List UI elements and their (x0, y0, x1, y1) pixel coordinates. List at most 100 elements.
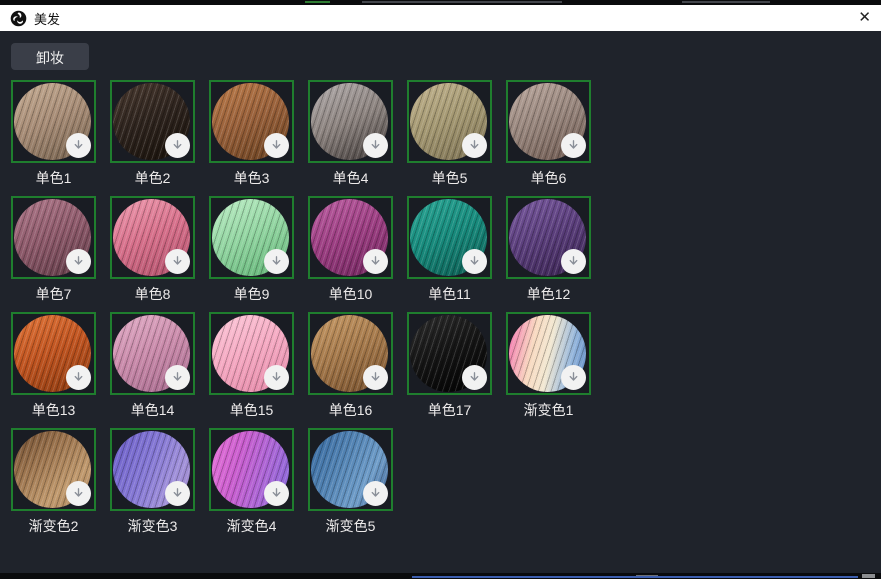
hair-color-thumbnail[interactable] (407, 196, 492, 279)
download-button[interactable] (561, 249, 586, 274)
background-progress-line (412, 576, 858, 578)
hair-color-item[interactable]: 单色1 (11, 80, 96, 185)
download-button[interactable] (165, 481, 190, 506)
hair-color-thumbnail[interactable] (506, 196, 591, 279)
hair-color-label: 单色6 (506, 168, 591, 185)
hair-color-item[interactable]: 单色12 (506, 196, 591, 301)
hair-color-item[interactable]: 渐变色2 (11, 428, 96, 533)
hair-color-grid: 单色1 单色2 单色3单色4 单色5 单色6 单色7单色8 单色9 单色10 单色11单色12 单… (11, 80, 611, 544)
download-button[interactable] (462, 133, 487, 158)
hair-color-item[interactable]: 单色15 (209, 312, 294, 417)
hair-color-thumbnail[interactable] (110, 428, 195, 511)
background-app-fragment (305, 1, 330, 3)
hair-color-thumbnail[interactable] (11, 428, 96, 511)
hair-color-item[interactable]: 单色9 (209, 196, 294, 301)
hair-color-item[interactable]: 单色10 (308, 196, 393, 301)
dialog-titlebar: 美发 ✕ (0, 5, 881, 31)
hair-color-thumbnail[interactable] (110, 80, 195, 163)
hair-color-thumbnail[interactable] (308, 428, 393, 511)
download-button[interactable] (264, 365, 289, 390)
hair-color-item[interactable]: 单色13 (11, 312, 96, 417)
hair-color-thumbnail[interactable] (209, 312, 294, 395)
download-arrow-icon (368, 254, 383, 269)
background-app-fragment (682, 1, 770, 3)
download-arrow-icon (71, 138, 86, 153)
hair-color-label: 单色5 (407, 168, 492, 185)
hair-color-label: 单色14 (110, 400, 195, 417)
hair-color-item[interactable]: 单色4 (308, 80, 393, 185)
download-arrow-icon (566, 370, 581, 385)
hair-color-item[interactable]: 单色7 (11, 196, 96, 301)
download-button[interactable] (66, 249, 91, 274)
underlying-window-top-sliver (0, 0, 881, 5)
download-button[interactable] (264, 481, 289, 506)
download-button[interactable] (264, 133, 289, 158)
obs-logo-icon (10, 10, 27, 27)
hair-color-item[interactable]: 单色3 (209, 80, 294, 185)
hair-color-thumbnail[interactable] (308, 312, 393, 395)
download-button[interactable] (363, 481, 388, 506)
download-button[interactable] (264, 249, 289, 274)
hair-color-thumbnail[interactable] (506, 80, 591, 163)
hair-color-thumbnail[interactable] (11, 312, 96, 395)
download-arrow-icon (170, 254, 185, 269)
download-button[interactable] (66, 365, 91, 390)
background-app-fragment (862, 574, 875, 578)
underlying-window-bottom-sliver (0, 573, 881, 579)
hair-color-label: 渐变色5 (308, 516, 393, 533)
download-button[interactable] (561, 133, 586, 158)
hair-color-label: 渐变色2 (11, 516, 96, 533)
background-app-fragment (362, 1, 562, 3)
hair-color-item[interactable]: 单色8 (110, 196, 195, 301)
download-arrow-icon (269, 138, 284, 153)
hair-color-label: 单色16 (308, 400, 393, 417)
download-button[interactable] (561, 365, 586, 390)
hair-color-thumbnail[interactable] (110, 196, 195, 279)
hair-color-thumbnail[interactable] (209, 196, 294, 279)
hair-color-item[interactable]: 渐变色1 (506, 312, 591, 417)
hair-color-label: 单色17 (407, 400, 492, 417)
dialog-body: 卸妆 单色1单色2单色3单色4单色5单色6单色7单色8单色9单色10单色11单色… (0, 31, 881, 573)
download-button[interactable] (462, 365, 487, 390)
hair-color-item[interactable]: 单色16 (308, 312, 393, 417)
download-button[interactable] (165, 133, 190, 158)
download-button[interactable] (66, 481, 91, 506)
download-button[interactable] (363, 133, 388, 158)
hair-color-thumbnail[interactable] (209, 80, 294, 163)
hair-color-thumbnail[interactable] (11, 196, 96, 279)
hair-color-item[interactable]: 单色17 (407, 312, 492, 417)
remove-makeup-button[interactable]: 卸妆 (11, 43, 89, 70)
hair-color-item[interactable]: 单色6 (506, 80, 591, 185)
download-button[interactable] (165, 249, 190, 274)
close-icon[interactable]: ✕ (841, 5, 871, 31)
hair-color-thumbnail[interactable] (308, 196, 393, 279)
download-button[interactable] (165, 365, 190, 390)
download-arrow-icon (170, 486, 185, 501)
hair-color-thumbnail[interactable] (11, 80, 96, 163)
download-button[interactable] (66, 133, 91, 158)
hair-color-thumbnail[interactable] (407, 80, 492, 163)
hair-color-item[interactable]: 单色11 (407, 196, 492, 301)
hair-color-label: 渐变色3 (110, 516, 195, 533)
hair-color-item[interactable]: 单色14 (110, 312, 195, 417)
download-arrow-icon (269, 486, 284, 501)
download-button[interactable] (363, 249, 388, 274)
hair-color-thumbnail[interactable] (407, 312, 492, 395)
hair-color-label: 单色2 (110, 168, 195, 185)
hair-color-item[interactable]: 单色5 (407, 80, 492, 185)
download-arrow-icon (566, 138, 581, 153)
download-button[interactable] (363, 365, 388, 390)
hair-color-item[interactable]: 单色2 (110, 80, 195, 185)
download-arrow-icon (170, 138, 185, 153)
hair-color-label: 单色9 (209, 284, 294, 301)
hair-color-label: 单色10 (308, 284, 393, 301)
hair-color-item[interactable]: 渐变色5 (308, 428, 393, 533)
hair-color-thumbnail[interactable] (506, 312, 591, 395)
hair-color-thumbnail[interactable] (110, 312, 195, 395)
download-button[interactable] (462, 249, 487, 274)
hair-color-item[interactable]: 渐变色3 (110, 428, 195, 533)
hair-color-item[interactable]: 渐变色4 (209, 428, 294, 533)
download-arrow-icon (71, 486, 86, 501)
hair-color-thumbnail[interactable] (308, 80, 393, 163)
hair-color-thumbnail[interactable] (209, 428, 294, 511)
